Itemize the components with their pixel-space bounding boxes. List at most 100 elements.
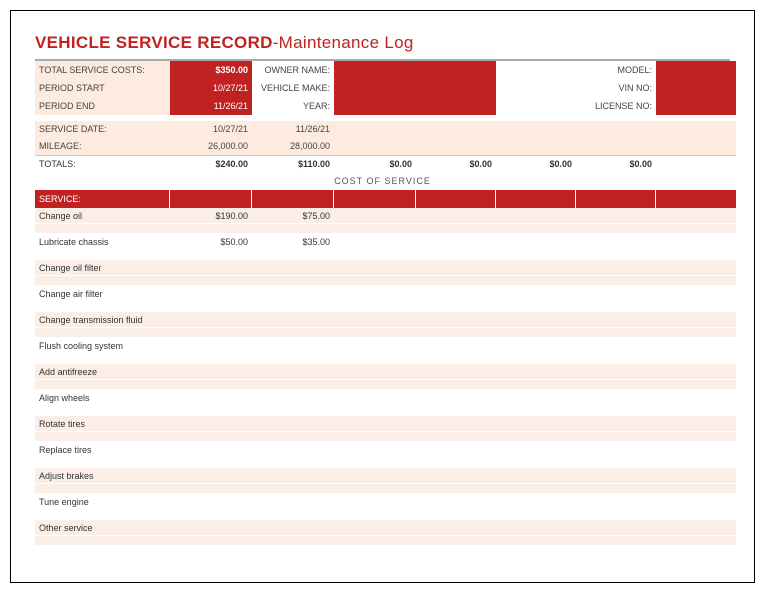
service-cell[interactable] (416, 208, 496, 224)
service-cell[interactable] (656, 442, 736, 458)
service-cell[interactable] (496, 312, 576, 328)
service-cell[interactable] (496, 390, 576, 406)
service-cell[interactable] (170, 364, 252, 380)
service-cell[interactable] (576, 442, 656, 458)
service-cell[interactable]: $35.00 (252, 234, 334, 250)
service-cell[interactable] (576, 286, 656, 302)
service-cell[interactable] (576, 390, 656, 406)
service-cell[interactable] (252, 286, 334, 302)
service-cell[interactable] (252, 468, 334, 484)
service-cell[interactable]: $75.00 (252, 208, 334, 224)
service-cell[interactable] (496, 364, 576, 380)
vehicle-make-value-2[interactable] (416, 79, 496, 97)
service-cell[interactable] (334, 416, 416, 432)
year-value-2[interactable] (416, 97, 496, 115)
service-cell[interactable] (170, 442, 252, 458)
service-cell[interactable] (576, 260, 656, 276)
service-cell[interactable] (656, 260, 736, 276)
service-cell[interactable] (170, 390, 252, 406)
service-cell[interactable] (656, 286, 736, 302)
service-cell[interactable] (656, 312, 736, 328)
vehicle-make-value[interactable] (334, 79, 416, 97)
service-cell[interactable] (576, 468, 656, 484)
owner-name-value-2[interactable] (416, 61, 496, 79)
service-cell[interactable] (252, 390, 334, 406)
service-cell[interactable]: $50.00 (170, 234, 252, 250)
service-cell[interactable] (252, 494, 334, 510)
service-cell[interactable] (416, 390, 496, 406)
service-cell[interactable] (656, 338, 736, 354)
service-cell[interactable] (656, 494, 736, 510)
service-cell[interactable] (252, 442, 334, 458)
service-cell[interactable] (334, 442, 416, 458)
service-cell[interactable] (170, 416, 252, 432)
service-cell[interactable] (334, 234, 416, 250)
service-cell[interactable] (334, 260, 416, 276)
service-cell[interactable]: $190.00 (170, 208, 252, 224)
service-cell[interactable] (416, 338, 496, 354)
service-cell[interactable] (170, 338, 252, 354)
service-cell[interactable] (334, 312, 416, 328)
service-cell[interactable] (496, 468, 576, 484)
service-cell[interactable] (416, 234, 496, 250)
service-cell[interactable] (416, 442, 496, 458)
service-cell[interactable] (656, 468, 736, 484)
service-cell[interactable] (252, 520, 334, 536)
service-cell[interactable] (576, 416, 656, 432)
service-cell[interactable] (170, 312, 252, 328)
service-cell[interactable] (576, 312, 656, 328)
service-cell[interactable] (170, 520, 252, 536)
service-cell[interactable] (416, 364, 496, 380)
service-cell[interactable] (576, 520, 656, 536)
service-cell[interactable] (252, 364, 334, 380)
service-cell[interactable] (252, 338, 334, 354)
service-cell[interactable] (576, 208, 656, 224)
service-cell[interactable] (252, 312, 334, 328)
service-cell[interactable] (334, 364, 416, 380)
service-cell[interactable] (334, 468, 416, 484)
service-cell[interactable] (496, 208, 576, 224)
service-cell[interactable] (416, 468, 496, 484)
service-cell[interactable] (170, 260, 252, 276)
service-cell[interactable] (416, 494, 496, 510)
service-cell[interactable] (496, 442, 576, 458)
service-cell[interactable] (496, 260, 576, 276)
service-cell[interactable] (334, 520, 416, 536)
service-cell[interactable] (576, 234, 656, 250)
year-value[interactable] (334, 97, 416, 115)
service-cell[interactable] (334, 338, 416, 354)
service-cell[interactable] (252, 260, 334, 276)
service-cell[interactable] (656, 234, 736, 250)
service-cell[interactable] (656, 520, 736, 536)
owner-name-value[interactable] (334, 61, 416, 79)
service-cell[interactable] (334, 494, 416, 510)
service-cell[interactable] (656, 416, 736, 432)
service-cell[interactable] (416, 260, 496, 276)
service-cell[interactable] (496, 286, 576, 302)
service-cell[interactable] (656, 208, 736, 224)
service-cell[interactable] (170, 494, 252, 510)
service-cell[interactable] (496, 416, 576, 432)
service-cell[interactable] (656, 364, 736, 380)
service-cell[interactable] (576, 364, 656, 380)
service-cell[interactable] (334, 286, 416, 302)
service-cell[interactable] (656, 390, 736, 406)
service-cell[interactable] (416, 416, 496, 432)
service-cell[interactable] (496, 520, 576, 536)
service-cell[interactable] (496, 338, 576, 354)
service-cell[interactable] (576, 338, 656, 354)
service-cell[interactable] (170, 286, 252, 302)
model-value[interactable] (656, 61, 736, 79)
service-cell[interactable] (252, 416, 334, 432)
service-cell[interactable] (334, 390, 416, 406)
service-cell[interactable] (416, 520, 496, 536)
service-cell[interactable] (416, 312, 496, 328)
vin-value[interactable] (656, 79, 736, 97)
license-value[interactable] (656, 97, 736, 115)
service-cell[interactable] (496, 494, 576, 510)
service-cell[interactable] (496, 234, 576, 250)
service-cell[interactable] (576, 494, 656, 510)
service-cell[interactable] (334, 208, 416, 224)
service-cell[interactable] (170, 468, 252, 484)
service-cell[interactable] (416, 286, 496, 302)
